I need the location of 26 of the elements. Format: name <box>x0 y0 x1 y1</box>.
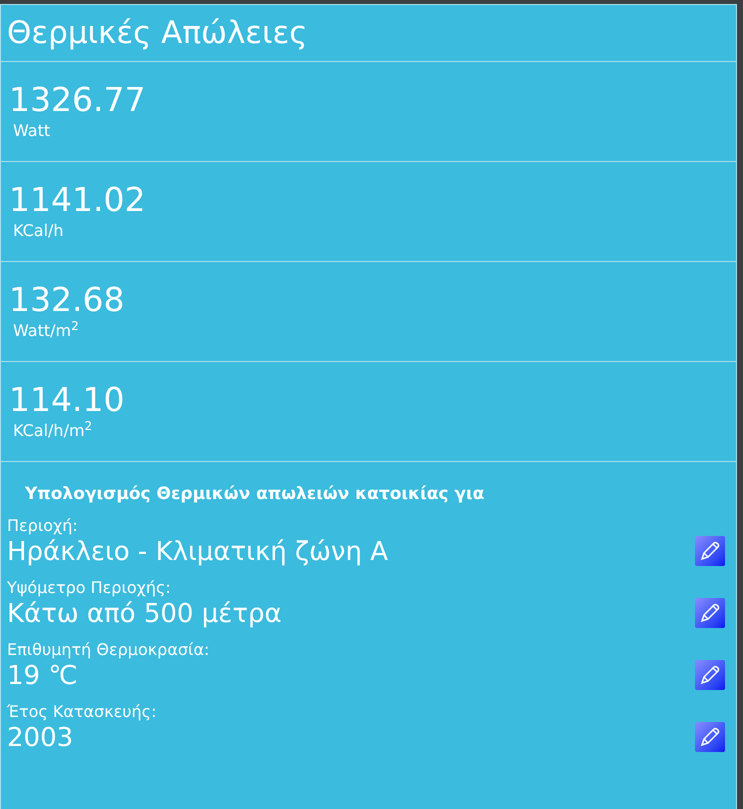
edit-button[interactable] <box>695 536 725 566</box>
result-unit: KCal/h/m$^{2}$ <box>13 418 92 442</box>
field-value: 19 ℃ <box>7 660 78 692</box>
page-title: Θερμικές Απώλειες <box>7 18 308 48</box>
edit-button[interactable] <box>695 660 725 690</box>
result-value: 114.10 <box>9 380 124 418</box>
pencil-icon <box>699 602 721 624</box>
result-unit: KCal/h <box>13 220 64 242</box>
pencil-icon <box>699 540 721 562</box>
pencil-icon <box>699 726 721 748</box>
result-value: 132.68 <box>9 280 124 318</box>
field-value: 2003 <box>7 722 74 754</box>
result-unit: Watt/m$^{2}$ <box>13 318 79 342</box>
edit-button[interactable] <box>695 722 725 752</box>
field-label: Επιθυμητή Θερμοκρασία: <box>7 640 210 660</box>
edit-button[interactable] <box>695 598 725 628</box>
field-label: Περιοχή: <box>7 516 78 536</box>
field-value: Ηράκλειο - Κλιματική ζώνη Α <box>7 536 388 568</box>
field-label: Υψόμετρο Περιοχής: <box>7 578 171 598</box>
result-value: 1141.02 <box>9 180 146 218</box>
pencil-icon <box>699 664 721 686</box>
field-value: Κάτω από 500 μέτρα <box>7 598 282 630</box>
result-unit: Watt <box>13 120 50 142</box>
field-label: Έτος Κατασκευής: <box>7 702 156 722</box>
section-heading: Υπολογισμός Θερμικών απωλειών κατοικίας για <box>25 484 484 504</box>
result-value: 1326.77 <box>9 80 146 118</box>
